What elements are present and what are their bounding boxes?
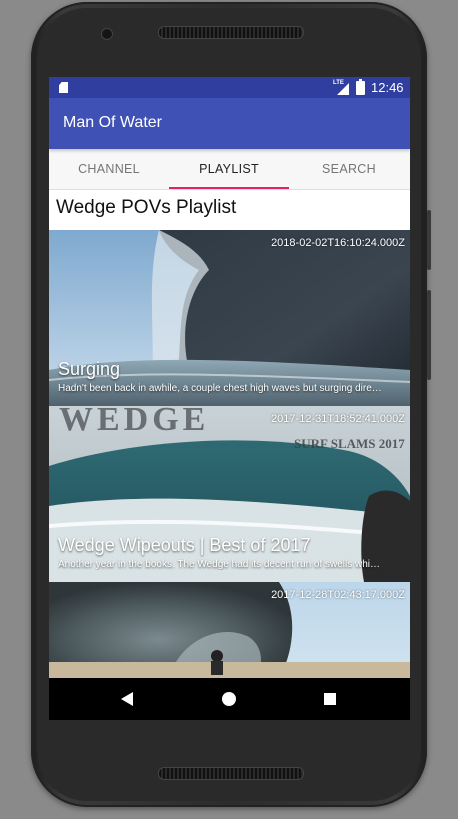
recent-apps-icon[interactable] (324, 693, 336, 705)
tab-bar: CHANNEL PLAYLIST SEARCH (49, 149, 410, 190)
video-card-wedge-wipeouts[interactable]: WEDGE SURF SLAMS 2017 2017-12-31T18:52:4… (49, 406, 410, 582)
video-date: 2017-12-31T18:52:41.000Z (271, 413, 405, 425)
volume-button (427, 290, 431, 380)
app-bar: Man Of Water (49, 98, 410, 149)
navigation-bar (49, 678, 410, 720)
back-icon[interactable] (121, 692, 133, 706)
screen: LTE 12:46 Man Of Water CHANNEL PLAYLIST … (49, 77, 410, 720)
home-icon[interactable] (222, 692, 236, 706)
signal-icon (337, 83, 349, 95)
video-title: Wedge Wipeouts | Best of 2017 (58, 535, 311, 555)
video-card-surging[interactable]: 2018-02-02T16:10:24.000Z Surging Hadn't … (49, 230, 410, 406)
video-date: 2018-02-02T16:10:24.000Z (271, 237, 405, 249)
thumbnail-wedge-text: WEDGE (59, 406, 209, 438)
video-description: Hadn't been back in awhile, a couple che… (58, 383, 382, 394)
top-speaker (158, 26, 304, 39)
playlist-title: Wedge POVs Playlist (56, 197, 237, 218)
tab-playlist[interactable]: PLAYLIST (169, 149, 289, 189)
bottom-speaker (158, 767, 304, 780)
video-description: Another year in the books. The Wedge had… (58, 559, 381, 570)
video-date: 2017-12-28T02:43:17.000Z (271, 589, 405, 601)
tab-indicator (169, 187, 289, 189)
sd-card-icon (59, 82, 68, 93)
app-title: Man Of Water (63, 114, 162, 131)
tab-search[interactable]: SEARCH (289, 149, 409, 189)
tab-channel[interactable]: CHANNEL (49, 149, 169, 189)
power-button (427, 210, 431, 270)
thumbnail-subtext: SURF SLAMS 2017 (294, 436, 405, 451)
front-camera (101, 28, 113, 40)
video-title: Surging (58, 359, 121, 379)
clock: 12:46 (371, 80, 404, 95)
status-bar: LTE 12:46 (49, 77, 410, 98)
battery-icon (356, 79, 365, 95)
